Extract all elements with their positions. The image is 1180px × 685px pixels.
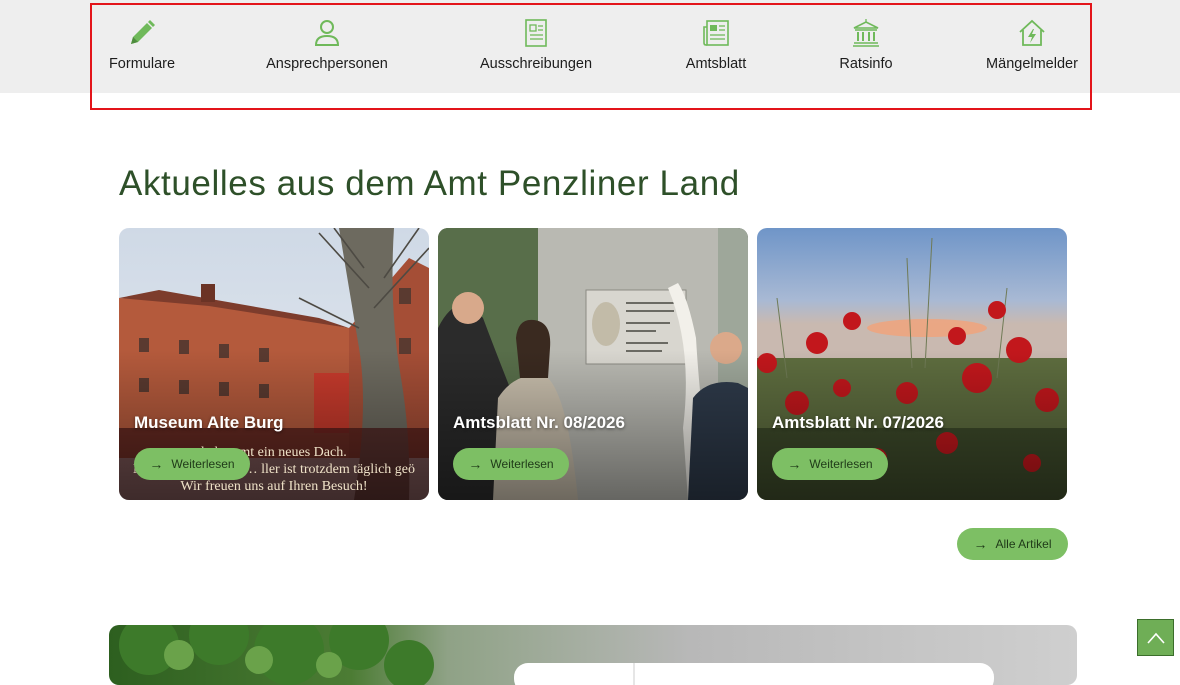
read-more-button[interactable]: → Weiterlesen: [772, 448, 888, 480]
quicknav-label: Ratsinfo: [839, 56, 893, 72]
arrow-right-icon: →: [787, 456, 802, 472]
document-icon: [525, 19, 547, 47]
button-label: Weiterlesen: [171, 457, 235, 471]
news-card-amtsblatt-08[interactable]: Amtsblatt Nr. 08/2026 → Weiterlesen: [438, 228, 748, 500]
quicknav-item-amtsblatt[interactable]: Amtsblatt: [680, 18, 752, 78]
card-title: Museum Alte Burg: [134, 413, 284, 432]
arrow-right-icon: →: [149, 456, 164, 472]
quick-navigation: Formulare Ansprechpersonen Ausschreibung…: [0, 0, 1180, 93]
pencil-icon: [131, 20, 155, 44]
quicknav-label: Formulare: [108, 56, 176, 72]
quicknav-item-formulare[interactable]: Formulare: [104, 18, 180, 78]
arrow-right-icon: →: [973, 536, 988, 552]
news-card-museum[interactable]: bekommt ein neues Dach. Museum Alte Burg…: [119, 228, 429, 500]
news-card-amtsblatt-07[interactable]: Amtsblatt Nr. 07/2026 → Weiterlesen: [757, 228, 1067, 500]
chevron-up-icon: [1146, 632, 1165, 644]
newspaper-icon: [703, 20, 729, 46]
person-icon: [314, 20, 340, 46]
read-more-button[interactable]: → Weiterlesen: [453, 448, 569, 480]
quicknav-item-ausschreibungen[interactable]: Ausschreibungen: [476, 18, 596, 78]
read-more-button[interactable]: → Weiterlesen: [134, 448, 250, 480]
quicknav-label: Ansprechpersonen: [266, 56, 388, 72]
quicknav-item-ratsinfo[interactable]: Ratsinfo: [834, 18, 898, 78]
quicknav-item-ansprechpersonen[interactable]: Ansprechpersonen: [264, 18, 390, 78]
button-label: Weiterlesen: [809, 457, 873, 471]
bottom-banner: [109, 625, 1077, 685]
quicknav-label: Amtsblatt: [685, 56, 747, 72]
section-title: Aktuelles aus dem Amt Penzliner Land: [119, 164, 740, 203]
all-articles-button[interactable]: → Alle Artikel: [957, 528, 1068, 560]
town-hall-icon: [853, 19, 879, 47]
arrow-right-icon: →: [468, 456, 483, 472]
image-caption: Wir freuen uns auf Ihren Besuch!: [180, 479, 368, 494]
house-alert-icon: [1019, 19, 1045, 46]
quicknav-label: Ausschreibungen: [479, 56, 593, 72]
button-label: Alle Artikel: [995, 537, 1052, 551]
card-title: Amtsblatt Nr. 08/2026: [453, 413, 625, 432]
quicknav-item-maengelmelder[interactable]: Mängelmelder: [982, 18, 1082, 78]
quicknav-label: Mängelmelder: [986, 56, 1078, 72]
card-title: Amtsblatt Nr. 07/2026: [772, 413, 944, 432]
button-label: Weiterlesen: [490, 457, 554, 471]
banner-photo: [119, 625, 994, 685]
scroll-to-top-button[interactable]: [1137, 619, 1174, 656]
